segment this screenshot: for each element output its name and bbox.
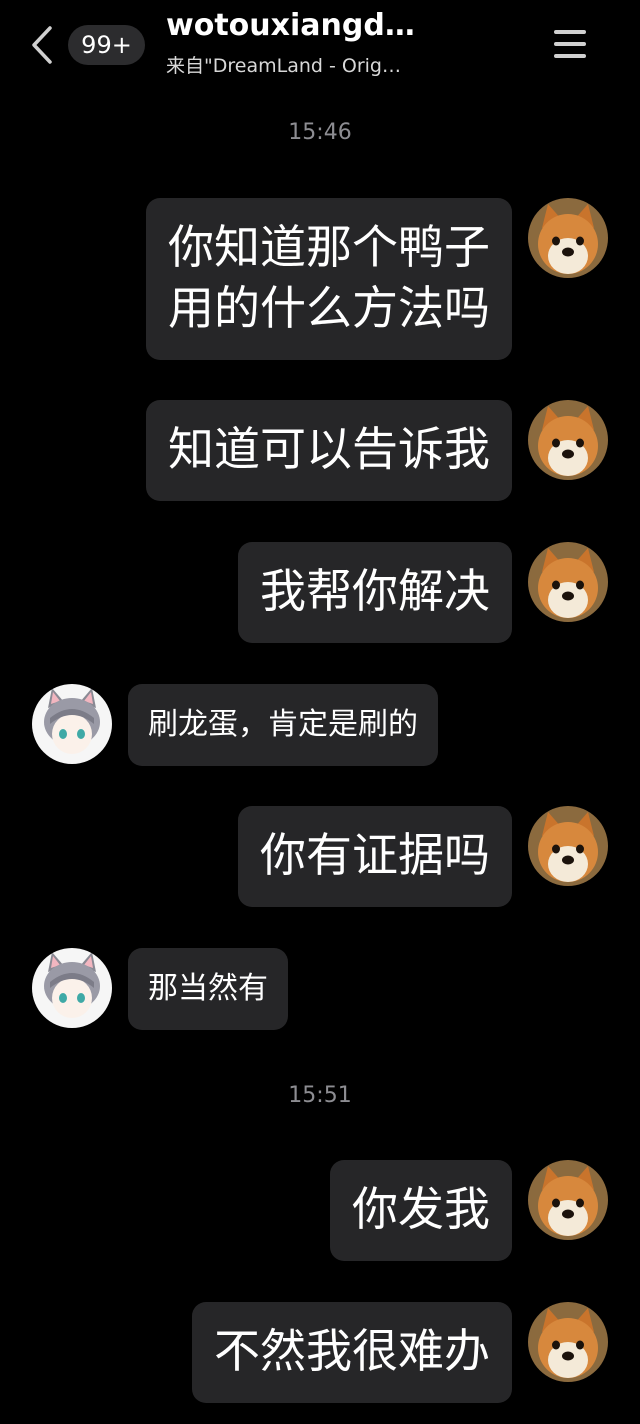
shiba-dog-avatar-icon — [528, 1302, 608, 1382]
message-text: 你知道那个鸭子 用的什么方法吗 — [168, 220, 490, 335]
my-avatar[interactable] — [528, 806, 608, 886]
message-text: 你有证据吗 — [260, 828, 490, 882]
anime-character-avatar-icon — [32, 948, 112, 1028]
chat-subtitle: 来自"DreamLand - Orig… — [166, 55, 401, 77]
message-text: 我帮你解决 — [260, 564, 490, 618]
shiba-dog-avatar-icon — [528, 400, 608, 480]
shiba-dog-avatar-icon — [528, 806, 608, 886]
contact-avatar[interactable] — [32, 684, 112, 764]
message-bubble-sent[interactable]: 我帮你解决 — [238, 542, 512, 643]
back-button[interactable] — [28, 24, 58, 66]
shiba-dog-avatar-icon — [528, 1160, 608, 1240]
my-avatar[interactable] — [528, 1160, 608, 1240]
message-bubble-sent[interactable]: 你发我 — [330, 1160, 512, 1261]
timestamp: 15:46 — [288, 120, 352, 145]
my-avatar[interactable] — [528, 198, 608, 278]
shiba-dog-avatar-icon — [528, 542, 608, 622]
contact-avatar[interactable] — [32, 948, 112, 1028]
message-bubble-received[interactable]: 那当然有 — [128, 948, 288, 1030]
message-text: 知道可以告诉我 — [168, 422, 490, 476]
chevron-left-icon — [32, 26, 52, 64]
message-text: 刷龙蛋，肯定是刷的 — [148, 707, 418, 742]
message-text: 不然我很难办 — [214, 1324, 490, 1378]
message-bubble-sent[interactable]: 你知道那个鸭子 用的什么方法吗 — [146, 198, 512, 360]
message-bubble-sent[interactable]: 知道可以告诉我 — [146, 400, 512, 501]
message-bubble-received[interactable]: 刷龙蛋，肯定是刷的 — [128, 684, 438, 766]
my-avatar[interactable] — [528, 542, 608, 622]
message-bubble-sent[interactable]: 你有证据吗 — [238, 806, 512, 907]
message-bubble-sent[interactable]: 不然我很难办 — [192, 1302, 512, 1403]
timestamp: 15:51 — [288, 1083, 352, 1108]
my-avatar[interactable] — [528, 1302, 608, 1382]
menu-button[interactable] — [552, 26, 588, 62]
anime-character-avatar-icon — [32, 684, 112, 764]
unread-count-badge[interactable]: 99+ — [68, 25, 145, 65]
message-text: 你发我 — [352, 1182, 490, 1236]
my-avatar[interactable] — [528, 400, 608, 480]
chat-title[interactable]: wotouxiangd… — [166, 6, 526, 46]
message-text: 那当然有 — [148, 971, 268, 1006]
chat-header: 99+ wotouxiangd… 来自"DreamLand - Orig… — [0, 0, 640, 92]
shiba-dog-avatar-icon — [528, 198, 608, 278]
